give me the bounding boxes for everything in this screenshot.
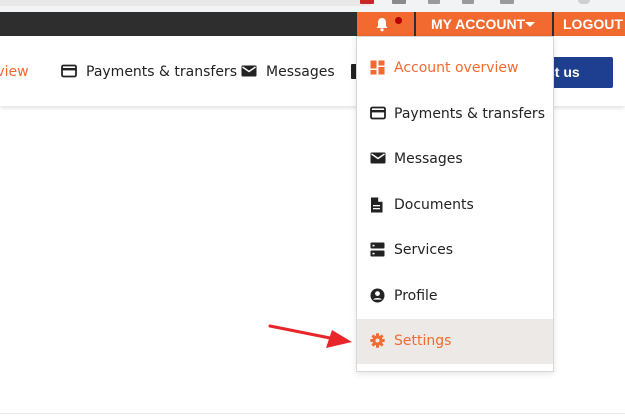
my-account-label: MY ACCOUNT xyxy=(431,16,526,32)
credit-card-icon xyxy=(370,106,386,120)
menu-item-services[interactable]: Services xyxy=(357,228,553,273)
address-bar-edge xyxy=(0,0,370,6)
menu-item-label: Services xyxy=(394,242,454,258)
envelope-icon xyxy=(241,65,257,77)
extension-icon[interactable] xyxy=(462,0,474,4)
notifications-button[interactable] xyxy=(357,12,414,36)
server-icon xyxy=(370,242,385,257)
notification-dot xyxy=(395,17,402,24)
account-dropdown-menu: Account overview Payments & transfers Me… xyxy=(356,36,554,372)
menu-item-settings[interactable]: Settings xyxy=(357,319,553,364)
extension-icon[interactable] xyxy=(392,0,406,4)
user-circle-icon xyxy=(370,288,385,303)
nav-item-label: Messages xyxy=(266,64,335,80)
annotation-arrow-icon xyxy=(268,324,352,348)
nav-item-label: Payments & transfers xyxy=(86,64,237,80)
envelope-icon xyxy=(370,152,386,164)
menu-item-label: Payments & transfers xyxy=(394,106,545,122)
browser-toolbar-strip xyxy=(0,0,625,12)
caret-down-icon xyxy=(525,22,535,27)
document-icon xyxy=(371,197,383,213)
menu-item-label: Settings xyxy=(394,333,452,349)
dashboard-icon xyxy=(370,60,385,75)
my-account-button[interactable]: MY ACCOUNT xyxy=(416,12,552,36)
gear-icon xyxy=(370,333,385,348)
extension-icon[interactable] xyxy=(428,0,440,4)
menu-item-account-overview[interactable]: Account overview xyxy=(357,46,553,91)
menu-item-messages[interactable]: Messages xyxy=(357,137,553,182)
menu-item-documents[interactable]: Documents xyxy=(357,183,553,228)
menu-item-label: Documents xyxy=(394,197,474,213)
extension-icon[interactable] xyxy=(500,0,514,4)
menu-item-label: Profile xyxy=(394,288,438,304)
menu-item-label: Messages xyxy=(394,151,463,167)
menu-item-profile[interactable]: Profile xyxy=(357,274,553,319)
bell-icon xyxy=(376,18,388,32)
nav-item-label: erview xyxy=(0,64,29,80)
menu-item-payments[interactable]: Payments & transfers xyxy=(357,92,553,137)
credit-card-icon xyxy=(61,64,77,78)
extension-icon[interactable] xyxy=(360,0,374,4)
menu-item-label: Account overview xyxy=(394,60,519,76)
logout-button[interactable]: LOGOUT xyxy=(554,12,625,36)
logout-label: LOGOUT xyxy=(563,16,623,32)
page-divider xyxy=(0,413,625,414)
profile-avatar-icon[interactable] xyxy=(578,0,590,4)
